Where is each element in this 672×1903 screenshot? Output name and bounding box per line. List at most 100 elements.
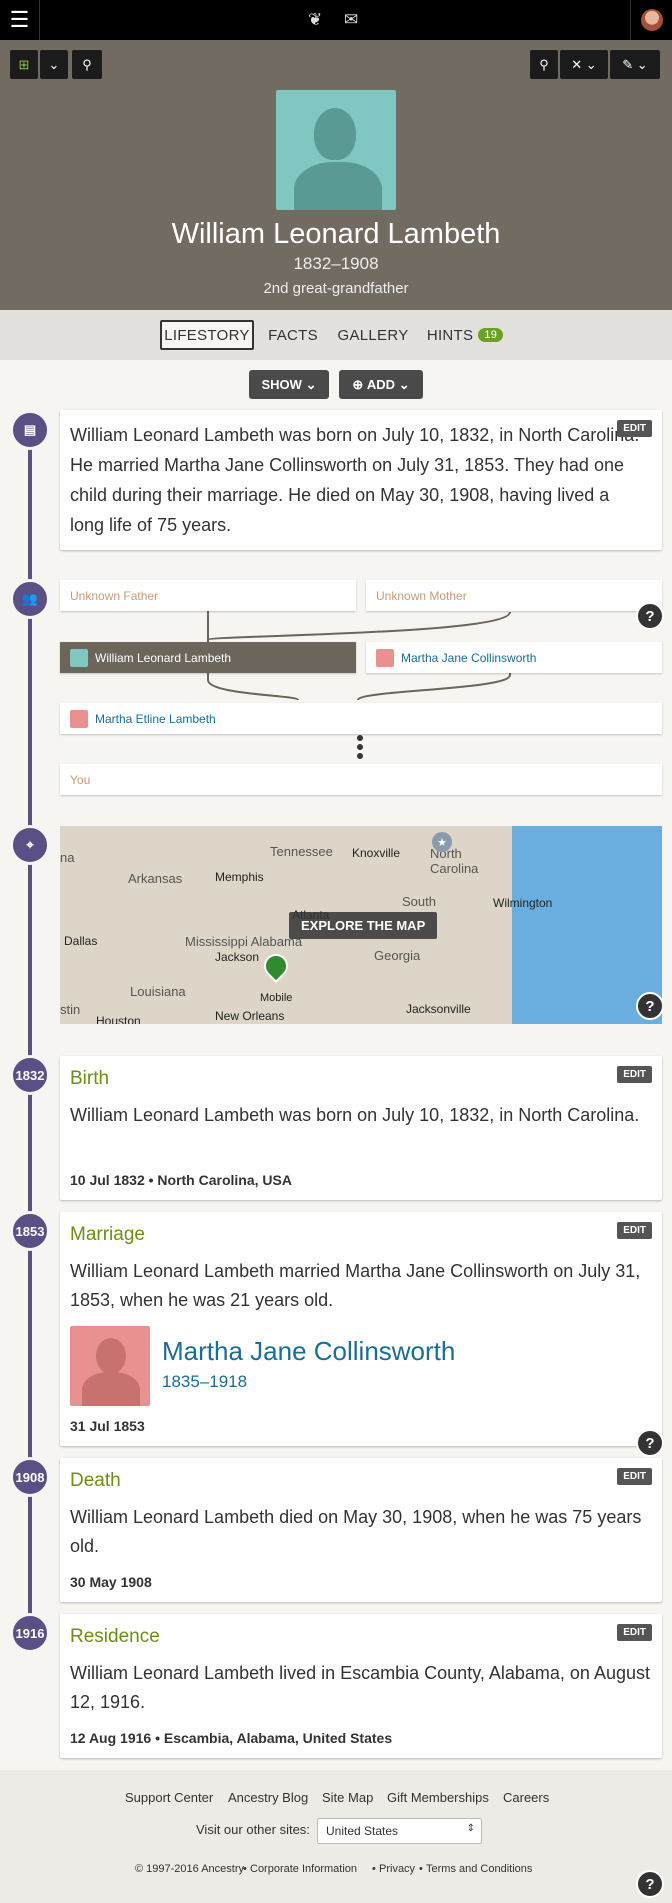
add-label: ADD bbox=[366, 377, 396, 392]
edit-event-button[interactable]: EDIT bbox=[617, 1066, 652, 1083]
unknown-father[interactable]: Unknown Father bbox=[60, 580, 356, 611]
event-meta: 31 Jul 1853 bbox=[70, 1418, 145, 1434]
map-label: Memphis bbox=[215, 870, 264, 884]
map-label: Louisiana bbox=[130, 984, 186, 999]
footer-link-terms[interactable]: Terms and Conditions bbox=[426, 1863, 532, 1875]
leaf-icon[interactable]: ❦ bbox=[308, 10, 322, 30]
event-text: William Leonard Lambeth died on May 30, … bbox=[70, 1507, 642, 1556]
map-label: Jacksonville bbox=[406, 1002, 471, 1016]
plus-icon: ⊕ bbox=[352, 376, 364, 392]
silhouette-body bbox=[294, 162, 382, 210]
show-label: SHOW bbox=[261, 377, 302, 392]
spouse-dates: 1835–1918 bbox=[162, 1372, 248, 1391]
map-marker-residence[interactable] bbox=[259, 949, 293, 983]
spouse-name: Martha Jane Collinsworth bbox=[401, 650, 537, 665]
map-label: Mississippi Alabama bbox=[185, 934, 303, 949]
footer-link-careers[interactable]: Careers bbox=[503, 1790, 549, 1805]
year-badge: 1853 bbox=[10, 1211, 50, 1251]
edit-event-button[interactable]: EDIT bbox=[617, 1624, 652, 1641]
avatar bbox=[70, 648, 88, 667]
help-button[interactable]: ? bbox=[636, 992, 662, 1020]
profile-tabs: LIFESTORY FACTS GALLERY HINTS 19 bbox=[0, 310, 672, 360]
silhouette-head bbox=[314, 108, 356, 160]
family-icon: 👥 bbox=[10, 579, 50, 619]
person-dates: 1832–1908 bbox=[293, 254, 379, 273]
explore-map-button[interactable]: EXPLORE THE MAP bbox=[289, 912, 438, 939]
avatar-image bbox=[640, 9, 663, 31]
footer: Support Center Ancestry Blog Site Map Gi… bbox=[0, 1770, 672, 1903]
lifestory-summary-card: EDIT William Leonard Lambeth was born on… bbox=[60, 410, 662, 550]
user-avatar[interactable] bbox=[630, 0, 672, 40]
hints-count-badge: 19 bbox=[478, 328, 504, 342]
map-panel[interactable]: Tennessee Knoxville North Carolina Arkan… bbox=[60, 826, 662, 1024]
pencil-icon[interactable]: ✎ ⌄ bbox=[610, 50, 660, 79]
search-icon[interactable]: ⚲ bbox=[530, 50, 558, 79]
event-title: Residence bbox=[70, 1626, 160, 1647]
event-title: Death bbox=[70, 1470, 121, 1491]
footer-copyright: © 1997-2016 Ancestry bbox=[135, 1863, 245, 1875]
event-text: William Leonard Lambeth was born on July… bbox=[70, 1105, 640, 1125]
map-label: Mobile bbox=[260, 992, 293, 1004]
help-button[interactable]: ? bbox=[636, 1429, 664, 1457]
spouse-name-link[interactable]: Martha Jane Collinsworth bbox=[162, 1336, 455, 1367]
footer-link-support[interactable]: Support Center bbox=[125, 1790, 213, 1805]
year-badge: 1916 bbox=[10, 1613, 50, 1653]
map-label: stin bbox=[60, 1002, 81, 1017]
story-icon: ▤ bbox=[10, 410, 50, 450]
family-you[interactable]: You bbox=[60, 764, 662, 795]
spouse-photo[interactable] bbox=[70, 1326, 150, 1406]
map-label: Wilmington bbox=[493, 896, 553, 910]
mail-icon[interactable]: ✉ bbox=[344, 10, 358, 30]
profile-header: ⊞ ⌄ ⚲ ⚲ ✕ ⌄ ✎ ⌄ William Leonard Lambeth … bbox=[0, 40, 672, 310]
person-name: William Leonard Lambeth bbox=[171, 218, 501, 250]
add-dropdown-button[interactable]: ⊕ ADD ⌄ bbox=[339, 370, 423, 399]
map-label: New Orleans bbox=[215, 1009, 285, 1023]
year-badge: 1908 bbox=[10, 1457, 50, 1497]
event-text: William Leonard Lambeth lived in Escambi… bbox=[70, 1663, 650, 1712]
map-label: Jackson bbox=[215, 950, 260, 964]
top-bar: ☰ ❦ ✉ bbox=[0, 0, 672, 40]
separator: • bbox=[372, 1863, 376, 1875]
separator: • bbox=[419, 1863, 423, 1875]
map-label: Houston bbox=[96, 1014, 141, 1024]
event-meta: 10 Jul 1832 • North Carolina, USA bbox=[70, 1172, 292, 1188]
hamburger-icon[interactable]: ☰ bbox=[0, 0, 40, 40]
other-sites-label: Visit our other sites: bbox=[196, 1822, 310, 1837]
tab-hints[interactable]: HINTS 19 bbox=[424, 320, 506, 350]
event-card-marriage: Marriage EDIT William Leonard Lambeth ma… bbox=[60, 1212, 662, 1446]
tab-facts[interactable]: FACTS bbox=[262, 320, 324, 350]
profile-photo[interactable] bbox=[276, 90, 396, 210]
self-name: William Leonard Lambeth bbox=[95, 650, 232, 665]
footer-link-gift[interactable]: Gift Memberships bbox=[387, 1790, 489, 1805]
other-sites-value: United States bbox=[326, 1824, 399, 1838]
year-badge: 1832 bbox=[10, 1055, 50, 1095]
map-marker-birth[interactable]: ★ bbox=[432, 832, 452, 852]
tab-lifestory[interactable]: LIFESTORY bbox=[160, 320, 254, 350]
family-spouse[interactable]: Martha Jane Collinsworth bbox=[366, 642, 662, 673]
footer-link-blog[interactable]: Ancestry Blog bbox=[228, 1790, 308, 1805]
help-button[interactable]: ? bbox=[636, 602, 664, 630]
person-relationship: 2nd great-grandfather bbox=[263, 280, 409, 297]
map-pin-icon: ⌖ bbox=[10, 825, 50, 865]
edit-event-button[interactable]: EDIT bbox=[617, 1468, 652, 1485]
person-search-icon[interactable]: ⚲ bbox=[72, 50, 102, 79]
event-card-residence: Residence EDIT William Leonard Lambeth l… bbox=[60, 1614, 662, 1758]
edit-story-button[interactable]: EDIT bbox=[617, 420, 652, 437]
event-card-death: Death EDIT William Leonard Lambeth died … bbox=[60, 1458, 662, 1602]
edit-event-button[interactable]: EDIT bbox=[617, 1222, 652, 1239]
lifestory-text: William Leonard Lambeth was born on July… bbox=[70, 425, 640, 535]
footer-link-sitemap[interactable]: Site Map bbox=[322, 1790, 373, 1805]
unknown-mother[interactable]: Unknown Mother bbox=[366, 580, 662, 611]
chevron-down-icon[interactable]: ⌄ bbox=[40, 50, 68, 79]
show-dropdown-button[interactable]: SHOW ⌄ bbox=[249, 370, 329, 399]
family-self[interactable]: William Leonard Lambeth bbox=[60, 642, 356, 673]
help-button[interactable]: ? bbox=[636, 1870, 664, 1898]
footer-link-privacy[interactable]: Privacy bbox=[379, 1863, 415, 1875]
tree-icon[interactable]: ⊞ bbox=[10, 50, 38, 79]
family-child[interactable]: Martha Etline Lambeth bbox=[60, 703, 662, 734]
other-sites-select[interactable]: United States ⇕ bbox=[317, 1818, 482, 1844]
footer-link-corporate[interactable]: Corporate Information bbox=[250, 1863, 357, 1875]
tools-icon[interactable]: ✕ ⌄ bbox=[560, 50, 608, 79]
separator: • bbox=[243, 1863, 247, 1875]
tab-gallery[interactable]: GALLERY bbox=[336, 320, 410, 350]
